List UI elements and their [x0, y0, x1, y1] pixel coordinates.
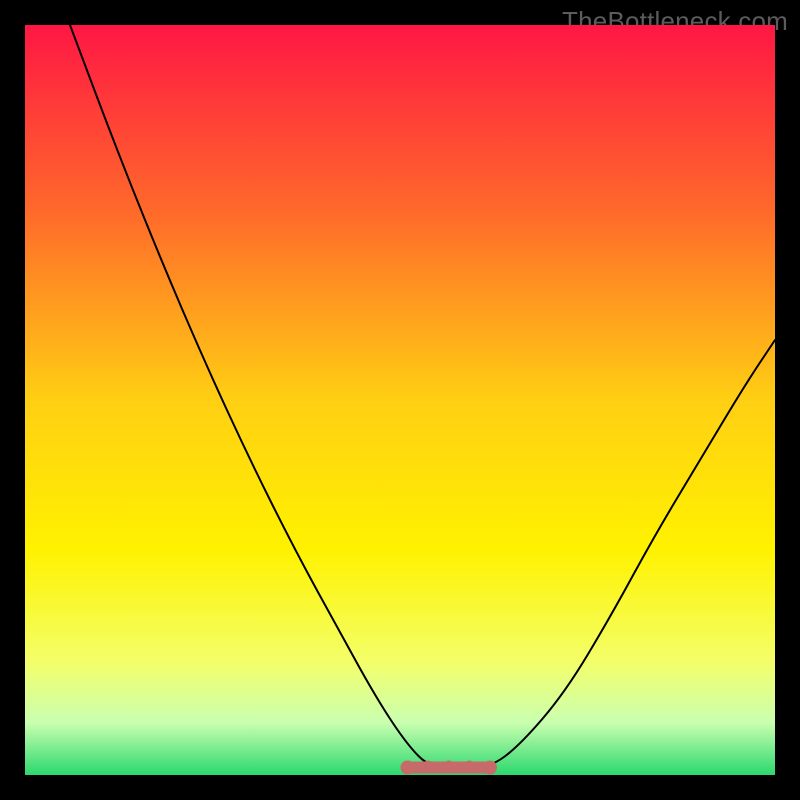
bottleneck-plot	[25, 25, 775, 775]
gradient-background	[25, 25, 775, 775]
flat-region-marker	[401, 761, 498, 775]
chart-frame: TheBottleneck.com	[0, 0, 800, 800]
